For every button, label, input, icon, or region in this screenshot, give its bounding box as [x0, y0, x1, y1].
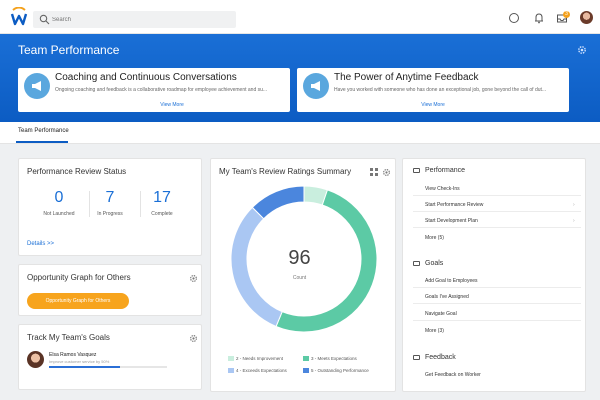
action-more-goals[interactable]: More (3) — [425, 328, 575, 334]
card-title: My Team's Review Ratings Summary — [219, 167, 352, 176]
total-count-label: Count — [292, 275, 307, 281]
folder-icon — [413, 355, 420, 360]
chevron-right-icon: › — [573, 202, 575, 208]
divider — [413, 227, 581, 228]
details-link[interactable]: Details >> — [27, 241, 54, 247]
workday-logo-icon[interactable] — [10, 7, 28, 27]
gear-icon[interactable] — [189, 334, 198, 343]
view-more-link[interactable]: View More — [403, 102, 463, 108]
goal-description: Improve customer service by 50% — [49, 359, 110, 364]
ratings-summary-card: My Team's Review Ratings Summary 96 Coun… — [210, 158, 396, 392]
stat-not-launched-label: Not Launched — [43, 211, 75, 217]
divider — [413, 195, 581, 196]
action-add-goal-to-employees[interactable]: Add Goal to Employees — [425, 278, 575, 284]
opportunity-graph-button[interactable]: Opportunity Graph for Others — [27, 293, 129, 309]
promo-title: Coaching and Continuous Conversations — [55, 72, 237, 83]
total-count: 96 — [288, 247, 311, 269]
action-start-development-plan[interactable]: Start Development Plan — [425, 218, 575, 224]
legend-swatch-meets-expectations — [303, 356, 309, 361]
megaphone-glyph — [32, 81, 41, 91]
gear-icon[interactable] — [577, 45, 587, 55]
card-title: Opportunity Graph for Others — [27, 273, 131, 282]
megaphone-glyph — [311, 81, 320, 91]
search-icon — [39, 14, 50, 25]
active-tab-indicator — [16, 141, 68, 143]
bell-icon[interactable] — [533, 12, 545, 24]
action-navigate-goal[interactable]: Navigate Goal — [425, 311, 575, 317]
promo-title: The Power of Anytime Feedback — [334, 72, 479, 83]
goal-progress-bar — [49, 366, 167, 368]
action-view-check-ins[interactable]: View Check-Ins — [425, 186, 575, 192]
page-header: Team Performance Coaching and Continuous… — [0, 34, 600, 122]
inbox-badge: 3 — [563, 11, 570, 18]
stat-complete-label: Complete — [151, 211, 173, 217]
tab-strip: Team Performance — [0, 122, 600, 144]
user-avatar[interactable] — [580, 11, 593, 24]
employee-avatar[interactable] — [27, 351, 44, 368]
card-title: Track My Team's Goals — [27, 333, 110, 342]
stat-not-launched-value[interactable]: 0 — [39, 189, 79, 207]
stat-complete-value[interactable]: 17 — [142, 189, 182, 207]
folder-icon — [413, 261, 420, 266]
employee-name[interactable]: Elsa Ramos Vasquez — [49, 352, 96, 358]
legend-outstanding-performance[interactable]: 5 - Outstanding Performance — [311, 368, 369, 373]
action-more-performance[interactable]: More (5) — [425, 235, 575, 241]
legend-needs-improvement[interactable]: 2 - Needs Improvement — [236, 356, 283, 361]
action-goals-assigned[interactable]: Goals I've Assigned — [425, 294, 575, 300]
card-title: Performance Review Status — [27, 167, 127, 176]
legend-swatch-needs-improvement — [228, 356, 234, 361]
opportunity-graph-card: Opportunity Graph for Others Opportunity… — [18, 264, 202, 316]
tab-team-performance[interactable]: Team Performance — [18, 128, 69, 134]
megaphone-icon — [303, 73, 329, 99]
legend-meets-expectations[interactable]: 3 - Meets Expectations — [311, 356, 357, 361]
section-title: Feedback — [425, 354, 456, 361]
action-start-performance-review[interactable]: Start Performance Review — [425, 202, 575, 208]
legend-swatch-outstanding-performance — [303, 368, 309, 373]
stat-in-progress-value[interactable]: 7 — [90, 189, 130, 207]
top-bar: 3 — [0, 0, 600, 34]
promo-description: Ongoing coaching and feedback is a colla… — [55, 87, 268, 93]
view-more-link[interactable]: View More — [142, 102, 202, 108]
divider — [413, 211, 581, 212]
page-title: Team Performance — [18, 43, 120, 57]
folder-icon — [413, 168, 420, 173]
divider — [413, 287, 581, 288]
promo-description: Have you worked with someone who has don… — [334, 87, 547, 93]
section-title: Performance — [425, 167, 466, 174]
section-title: Goals — [425, 260, 444, 267]
divider — [413, 303, 581, 304]
gear-icon[interactable] — [382, 168, 391, 177]
chat-icon[interactable] — [508, 12, 520, 24]
team-goals-card: Track My Team's Goals Elsa Ramos Vasquez… — [18, 324, 202, 390]
chart-options-icon[interactable] — [369, 167, 379, 177]
megaphone-icon — [24, 73, 50, 99]
donut-slice-5-outstanding-performance[interactable] — [251, 185, 305, 220]
search-input[interactable] — [52, 11, 232, 28]
dashboard-content: Performance Review Status 0 Not Launched… — [0, 144, 600, 400]
promo-card-coaching[interactable]: Coaching and Continuous Conversations On… — [18, 68, 290, 112]
review-status-card: Performance Review Status 0 Not Launched… — [18, 158, 202, 256]
search-box[interactable] — [33, 11, 236, 28]
promo-card-feedback[interactable]: The Power of Anytime Feedback Have you w… — [297, 68, 569, 112]
goal-progress-fill — [49, 366, 120, 368]
divider — [413, 320, 581, 321]
actions-panel: Performance View Check-Ins Start Perform… — [402, 158, 586, 392]
chevron-right-icon: › — [573, 218, 575, 224]
gear-icon[interactable] — [189, 274, 198, 283]
action-get-feedback-on-worker[interactable]: Get Feedback on Worker — [425, 372, 575, 378]
legend-exceeds-expectations[interactable]: 4 - Exceeds Expectations — [236, 368, 287, 373]
legend-swatch-exceeds-expectations — [228, 368, 234, 373]
stat-in-progress-label: In Progress — [97, 211, 123, 217]
